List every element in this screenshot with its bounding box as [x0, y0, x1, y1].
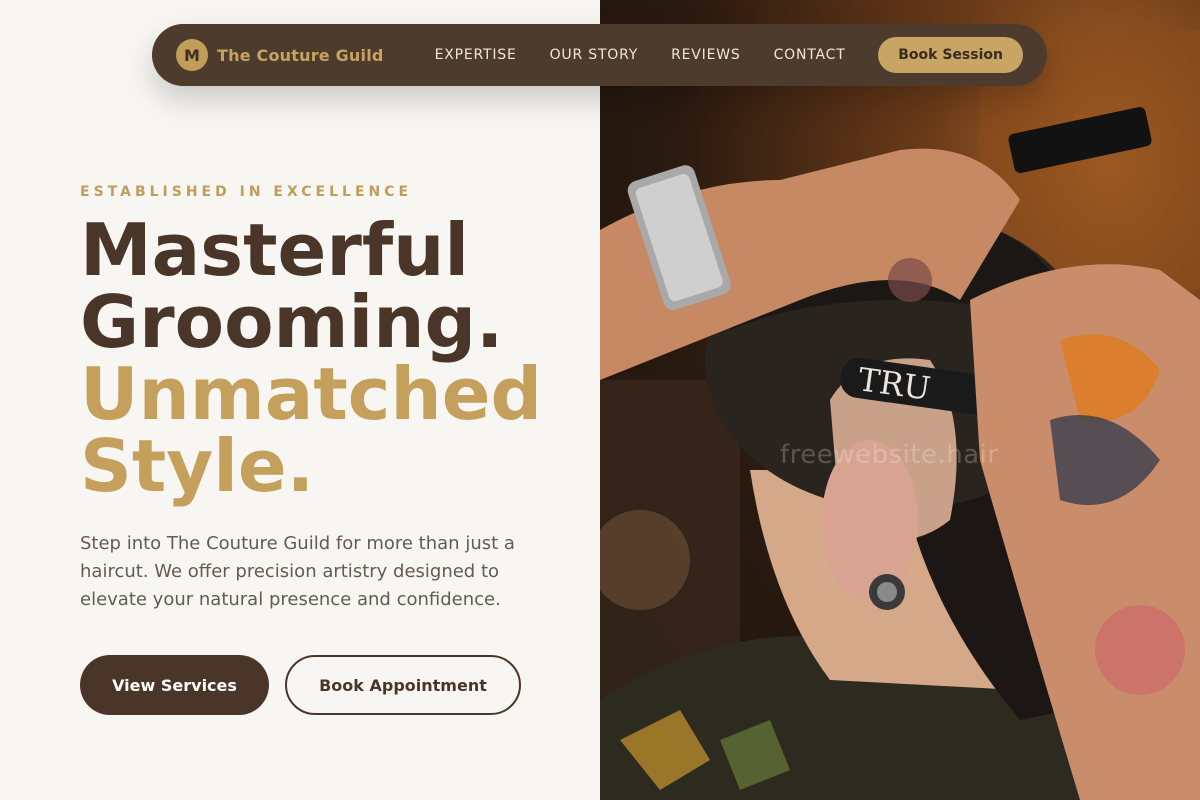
headline-line-1: Masterful: [80, 208, 470, 292]
hero-headline: Masterful Grooming. Unmatched Style.: [80, 214, 542, 502]
nav-menu: EXPERTISE OUR STORY REVIEWS CONTACT: [435, 47, 846, 63]
hero-photo: TRU freewebsite.hair: [600, 0, 1200, 800]
nav-link-reviews[interactable]: REVIEWS: [671, 47, 740, 63]
nav-link-expertise[interactable]: EXPERTISE: [435, 47, 517, 63]
barber-illustration: TRU: [600, 30, 1200, 800]
view-services-button[interactable]: View Services: [80, 655, 269, 715]
nav-link-our-story[interactable]: OUR STORY: [550, 47, 639, 63]
nav-link-contact[interactable]: CONTACT: [774, 47, 846, 63]
hero-eyebrow: ESTABLISHED IN EXCELLENCE: [80, 184, 413, 200]
headline-line-4: Style.: [80, 424, 315, 508]
top-navigation: M The Couture Guild EXPERTISE OUR STORY …: [152, 24, 1047, 86]
brand-logo[interactable]: M The Couture Guild: [176, 39, 384, 71]
headline-line-2: Grooming.: [80, 280, 504, 364]
book-session-button[interactable]: Book Session: [878, 37, 1023, 73]
headline-line-3: Unmatched: [80, 352, 543, 436]
hero-description: Step into The Couture Guild for more tha…: [80, 533, 515, 610]
brand-mark-icon: M: [176, 39, 208, 71]
photo-watermark: freewebsite.hair: [780, 440, 999, 470]
brand-name: The Couture Guild: [217, 45, 384, 65]
book-appointment-button[interactable]: Book Appointment: [285, 655, 521, 715]
